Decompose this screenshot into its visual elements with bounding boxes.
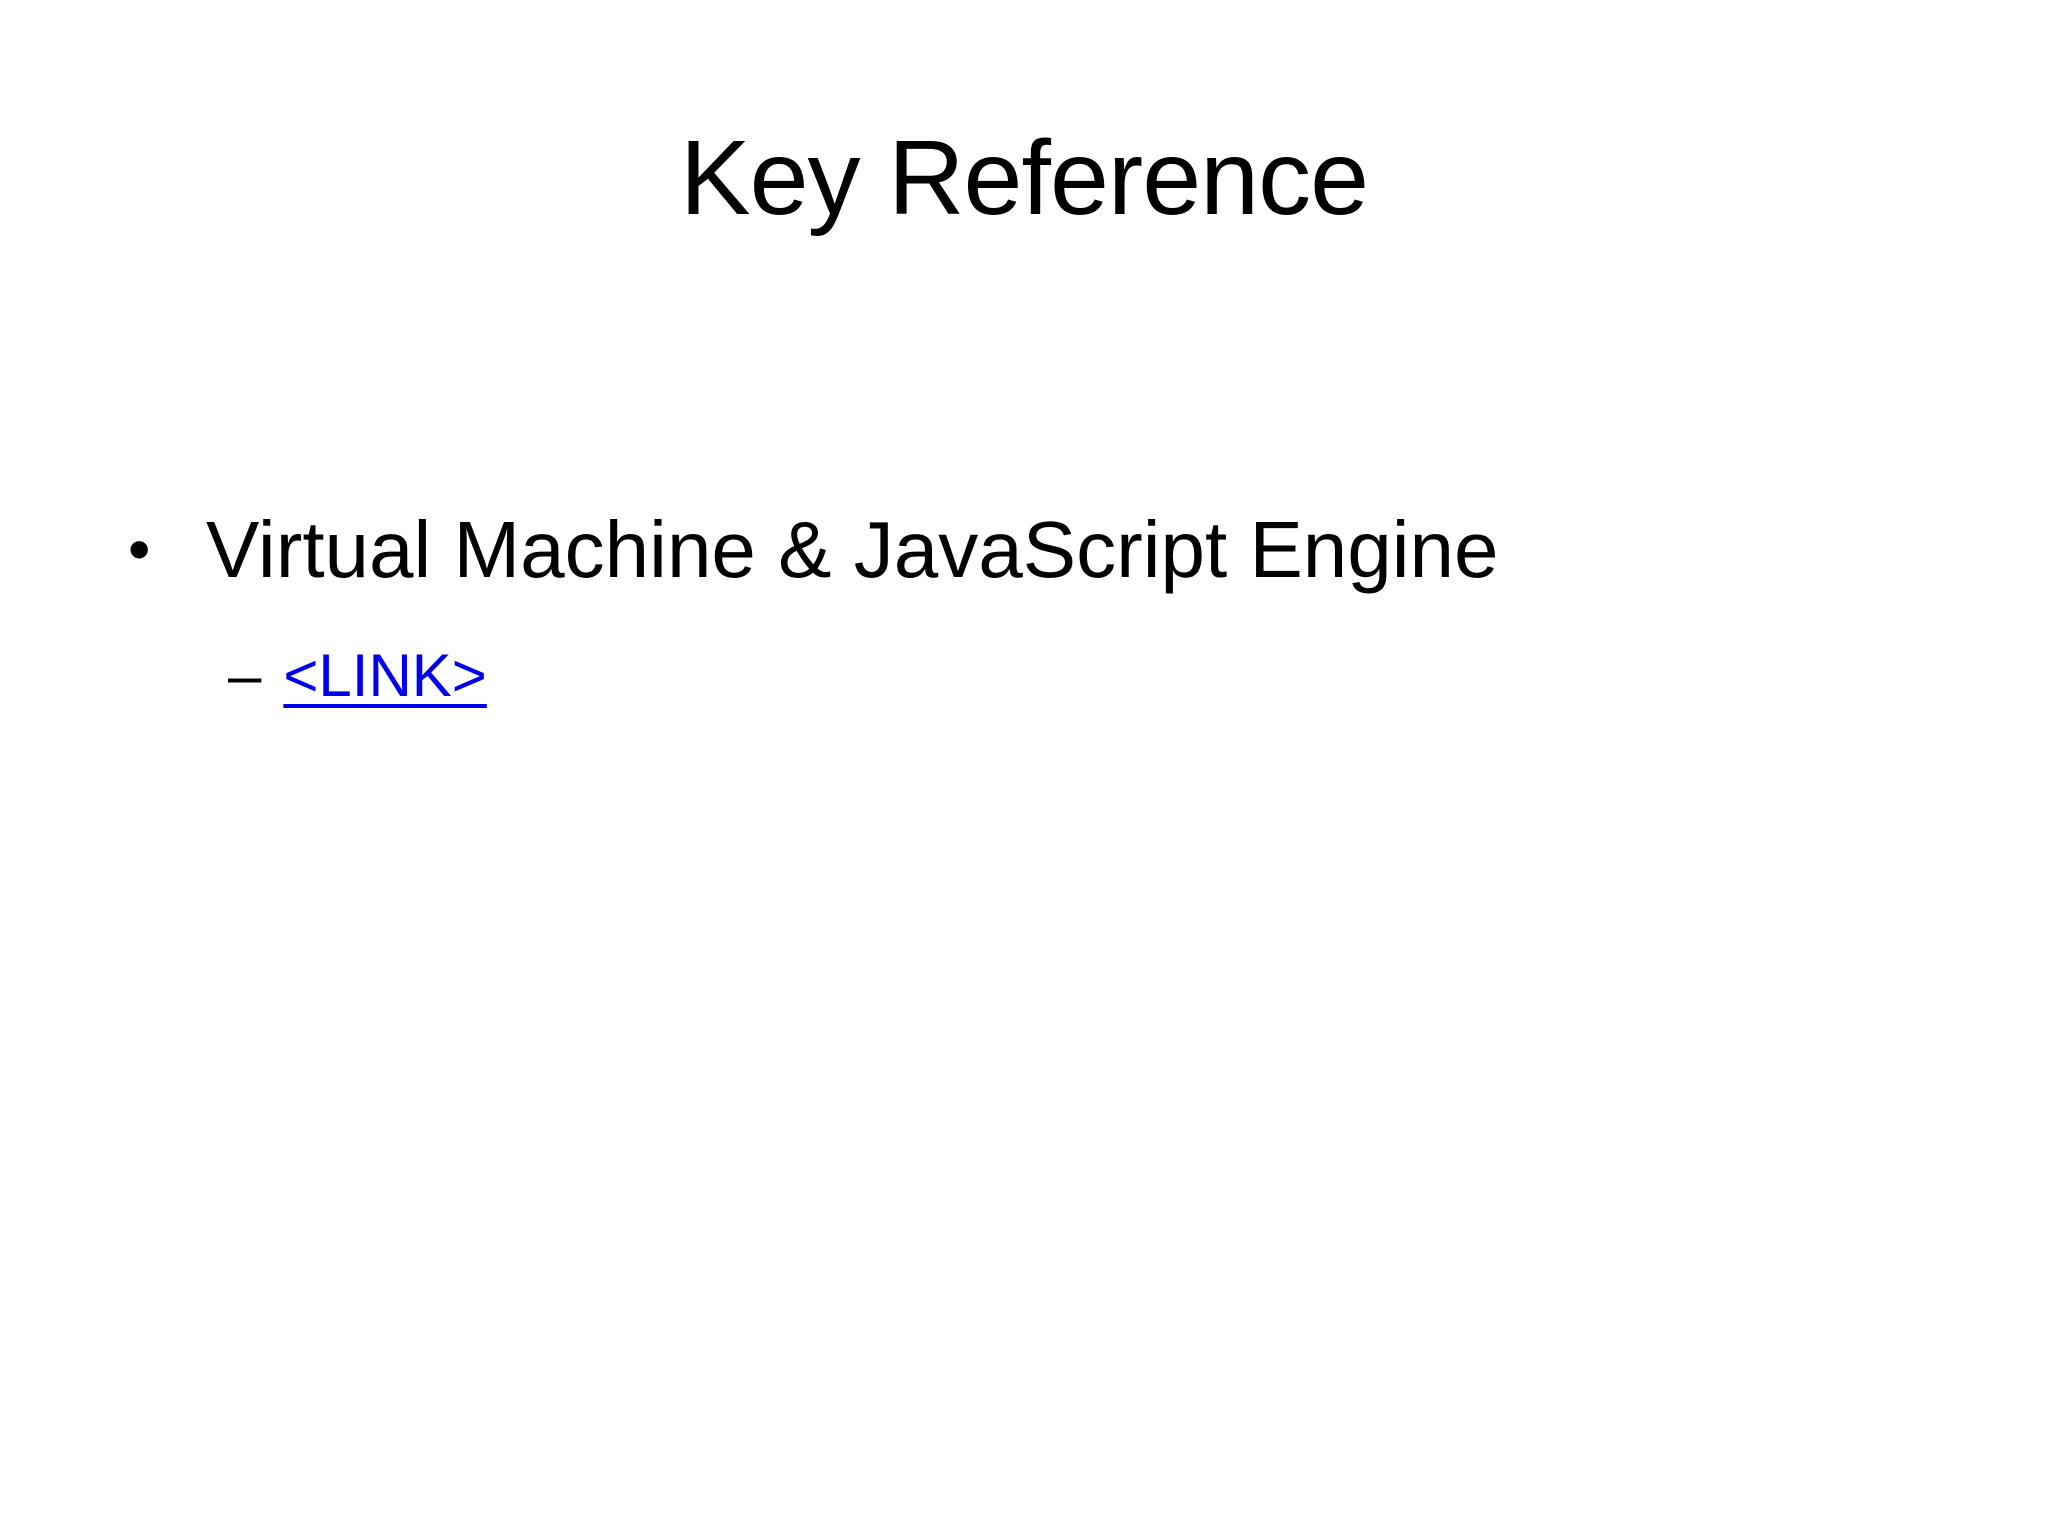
bullet-text: Virtual Machine & JavaScript Engine: [206, 505, 1499, 594]
bullet-marker: •: [128, 513, 151, 585]
slide-body: • Virtual Machine & JavaScript Engine – …: [0, 500, 2048, 713]
slide-title: Key Reference: [679, 119, 1369, 237]
slide: Key Reference • Virtual Machine & JavaSc…: [0, 0, 2048, 1536]
link-hyperlink[interactable]: <LINK>: [283, 638, 486, 713]
bullet-item: • Virtual Machine & JavaScript Engine: [0, 500, 2048, 600]
sub-bullet-marker: –: [228, 642, 262, 709]
sub-bullet-item: – <LINK>: [0, 638, 2048, 713]
